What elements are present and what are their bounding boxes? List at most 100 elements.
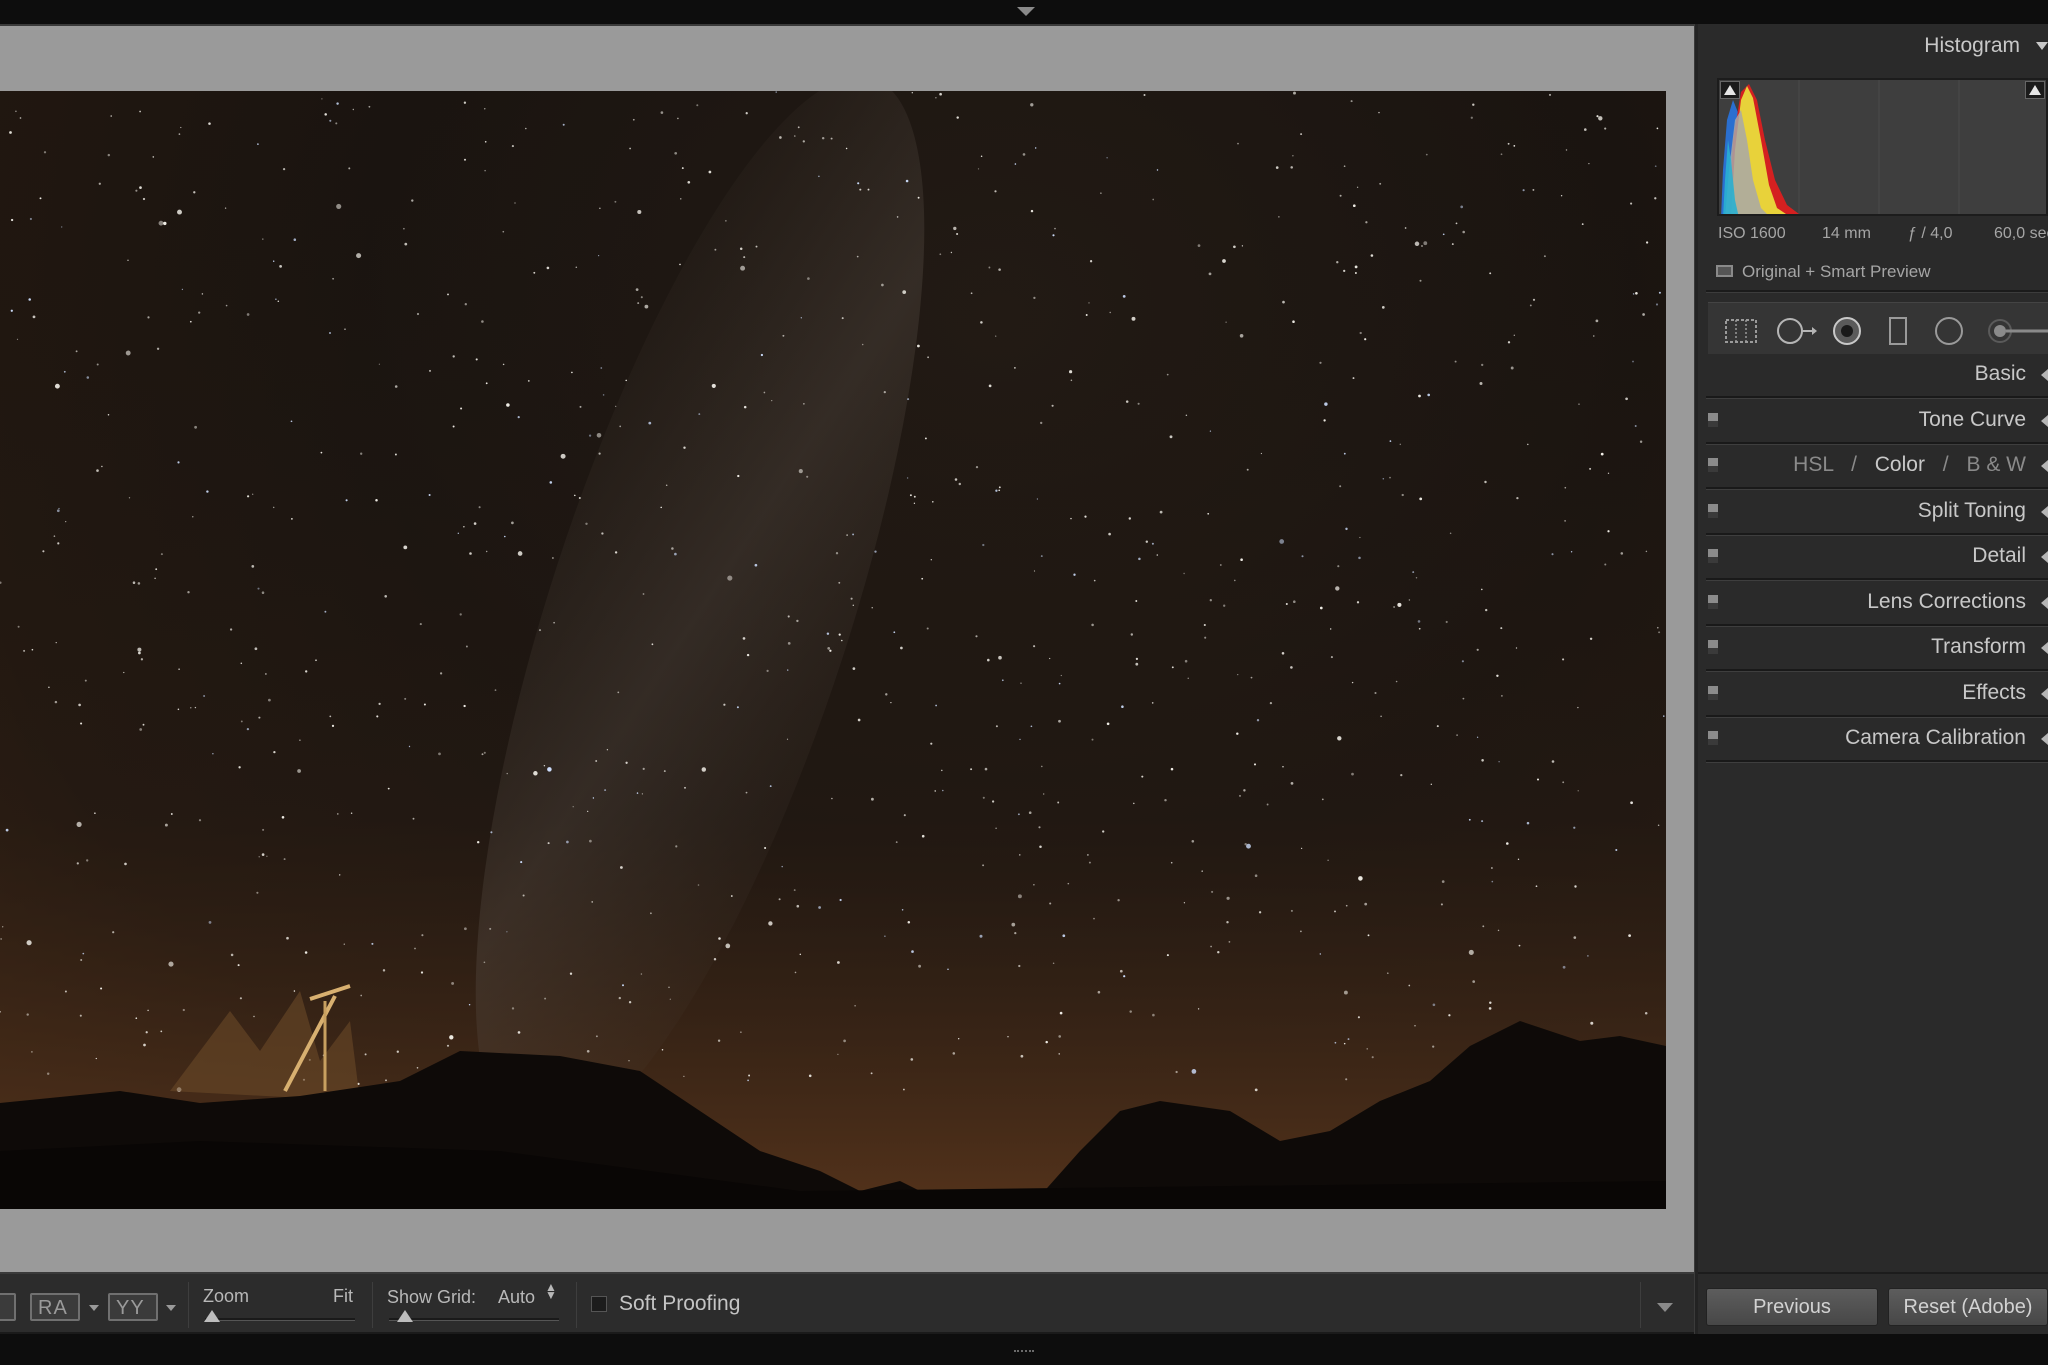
tab-color[interactable]: Color (1875, 453, 1925, 476)
top-panel-strip[interactable] (0, 0, 2048, 24)
star (1379, 182, 1382, 185)
chevron-left-icon[interactable] (2041, 597, 2048, 609)
shadow-clipping-indicator[interactable] (1720, 81, 1740, 99)
star (178, 133, 181, 135)
loupe-view-button[interactable] (0, 1293, 16, 1321)
panel-switch-icon[interactable] (1708, 595, 1718, 609)
section-tone-curve-title[interactable]: Tone Curve (1919, 408, 2026, 432)
star (238, 766, 241, 769)
star (1574, 885, 1577, 888)
spot-removal-icon[interactable] (1774, 316, 1818, 346)
chevron-left-icon[interactable] (2041, 506, 2048, 518)
panel-switch-icon[interactable] (1708, 549, 1718, 563)
star (1527, 443, 1529, 446)
chevron-down-icon[interactable] (2036, 42, 2048, 50)
star (1033, 883, 1035, 886)
chevron-left-icon[interactable] (2041, 688, 2048, 700)
photo-night-sky[interactable] (0, 91, 1666, 1209)
chevron-down-icon[interactable] (1017, 7, 1035, 16)
chevron-left-icon[interactable] (2041, 369, 2048, 381)
adjustment-brush-icon[interactable] (1986, 316, 2048, 346)
star (787, 615, 790, 618)
red-eye-icon[interactable] (1830, 316, 1864, 346)
star (520, 861, 523, 864)
section-lens-corrections[interactable]: Lens Corrections (1706, 582, 2048, 627)
star (1030, 209, 1034, 213)
panel-switch-icon[interactable] (1708, 640, 1718, 654)
section-transform-title[interactable]: Transform (1931, 635, 2026, 659)
section-effects[interactable]: Effects (1706, 673, 2048, 718)
histogram-header[interactable]: Histogram (1698, 24, 2048, 64)
star (404, 242, 408, 246)
zoom-slider-knob[interactable] (204, 1310, 220, 1322)
zoom-slider-track[interactable] (205, 1318, 355, 1321)
reset-button[interactable]: Reset (Adobe) (1888, 1288, 2048, 1326)
star (385, 1079, 387, 1082)
section-camera-calibration[interactable]: Camera Calibration (1706, 718, 2048, 763)
star (1600, 452, 1604, 456)
section-tone-curve[interactable]: Tone Curve (1706, 400, 2048, 445)
zoom-value[interactable]: Fit (333, 1286, 353, 1307)
star (419, 623, 422, 626)
chevron-left-icon[interactable] (2041, 642, 2048, 654)
section-effects-title[interactable]: Effects (1962, 681, 2026, 705)
histogram-graph[interactable] (1717, 78, 2048, 216)
star (939, 92, 942, 96)
panel-switch-icon[interactable] (1708, 458, 1718, 472)
radial-filter-icon[interactable] (1932, 316, 1966, 346)
graduated-filter-icon[interactable] (1886, 316, 1910, 346)
section-detail-title[interactable]: Detail (1972, 544, 2026, 568)
grid-opacity-slider-track[interactable] (389, 1318, 559, 1321)
panel-switch-icon[interactable] (1708, 504, 1718, 518)
section-split-toning-title[interactable]: Split Toning (1918, 499, 2026, 523)
section-basic[interactable]: Basic (1706, 354, 2048, 399)
star (1515, 647, 1518, 649)
soft-proofing-label[interactable]: Soft Proofing (619, 1292, 740, 1316)
star (619, 425, 622, 428)
chevron-left-icon[interactable] (2041, 551, 2048, 563)
section-split-toning[interactable]: Split Toning (1706, 491, 2048, 536)
section-hsl-color-bw[interactable]: HSL / Color / B & W (1706, 445, 2048, 490)
chevron-left-icon[interactable] (2041, 733, 2048, 745)
chevron-down-icon[interactable] (89, 1305, 99, 1311)
crop-overlay-icon[interactable] (1722, 316, 1760, 346)
star (1604, 563, 1607, 566)
star (1141, 775, 1144, 778)
show-grid-value[interactable]: Auto (498, 1287, 535, 1308)
section-lens-corrections-title[interactable]: Lens Corrections (1867, 590, 2026, 614)
star (1266, 803, 1269, 806)
tab-bw[interactable]: B & W (1966, 453, 2026, 476)
tab-hsl[interactable]: HSL (1793, 453, 1833, 476)
star (1058, 1053, 1060, 1055)
star (96, 363, 99, 366)
grid-opacity-slider-knob[interactable] (397, 1310, 413, 1322)
star (1038, 826, 1041, 829)
chevron-down-icon[interactable] (1657, 1303, 1673, 1312)
soft-proofing-checkbox[interactable] (591, 1296, 607, 1312)
chevron-left-icon[interactable] (2041, 415, 2048, 427)
star (1049, 902, 1052, 905)
star (1093, 579, 1096, 582)
panel-switch-icon[interactable] (1708, 413, 1718, 427)
previous-button[interactable]: Previous (1706, 1288, 1878, 1326)
star (416, 312, 420, 316)
section-camera-calibration-title[interactable]: Camera Calibration (1845, 726, 2026, 750)
panel-switch-icon[interactable] (1708, 731, 1718, 745)
histogram-title[interactable]: Histogram (1924, 34, 2020, 58)
section-basic-title[interactable]: Basic (1975, 362, 2026, 386)
star (1522, 189, 1525, 192)
grip-handle-icon[interactable] (1014, 1350, 1034, 1356)
panel-switch-icon[interactable] (1708, 686, 1718, 700)
before-after-left-right-button[interactable]: RA (30, 1293, 80, 1321)
section-detail[interactable]: Detail (1706, 536, 2048, 581)
star (917, 196, 920, 199)
chevron-left-icon[interactable] (2041, 460, 2048, 472)
image-viewer[interactable] (0, 26, 1694, 1272)
chevron-down-icon[interactable] (166, 1305, 176, 1311)
before-after-top-bottom-button[interactable]: YY (108, 1293, 158, 1321)
updown-arrows-icon[interactable]: ▲ ▼ (545, 1281, 557, 1301)
star (277, 300, 280, 303)
highlight-clipping-indicator[interactable] (2025, 81, 2045, 99)
section-transform[interactable]: Transform (1706, 627, 2048, 672)
star (1357, 1016, 1360, 1019)
